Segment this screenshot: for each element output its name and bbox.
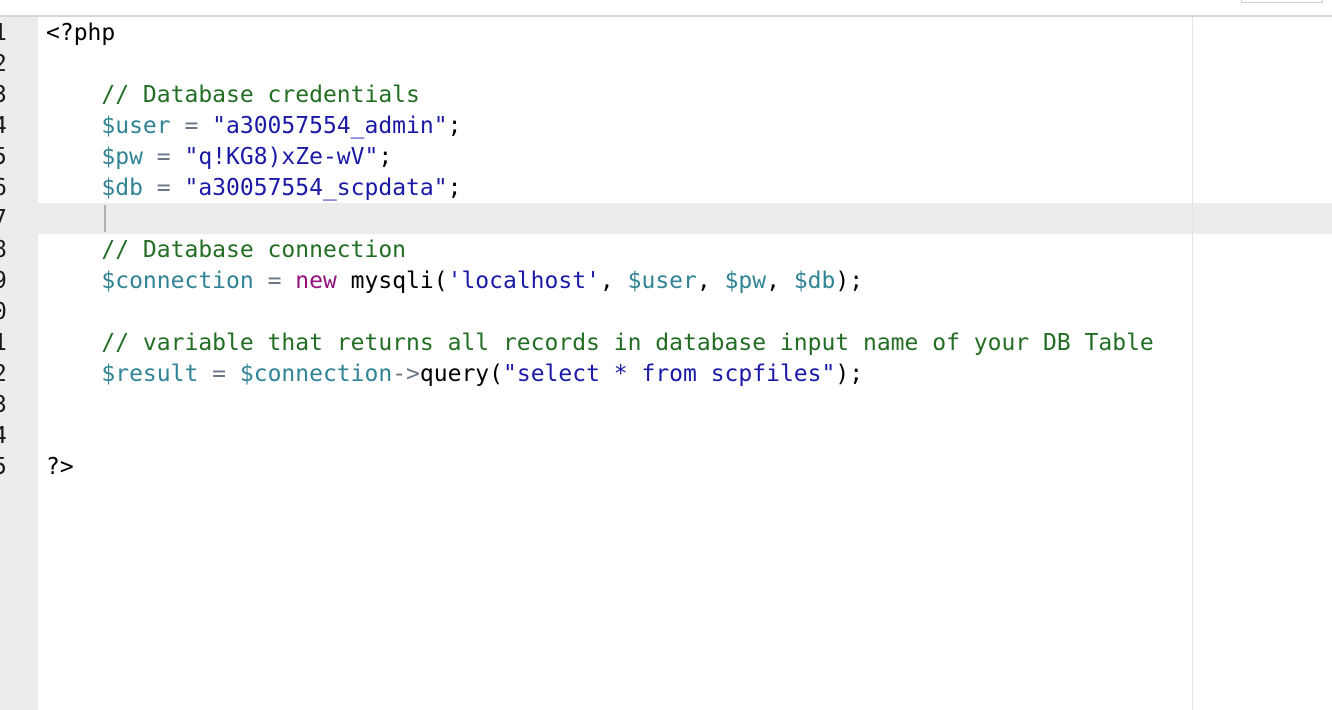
code-token: = bbox=[253, 268, 296, 294]
line-number: 6 bbox=[0, 173, 33, 204]
code-editor[interactable]: 123456789012345 <?php // Database creden… bbox=[0, 0, 1332, 710]
code-token: $user bbox=[46, 113, 171, 139]
editor-top-border bbox=[0, 15, 1332, 17]
code-token: $connection bbox=[239, 361, 393, 387]
code-token: $result bbox=[46, 361, 199, 387]
code-token: $pw bbox=[46, 144, 143, 170]
code-token: "q!KG8)xZe-wV" bbox=[184, 144, 379, 170]
code-token: "select * from scpfiles" bbox=[503, 361, 836, 387]
code-token: $db bbox=[793, 268, 836, 294]
line-number: 8 bbox=[0, 235, 33, 266]
code-token: ; bbox=[447, 113, 462, 139]
active-line-highlight bbox=[38, 203, 1332, 234]
code-line[interactable]: // variable that returns all records in … bbox=[46, 328, 1154, 359]
code-token: , bbox=[766, 268, 794, 294]
code-token: $connection bbox=[46, 268, 254, 294]
code-token: ?> bbox=[46, 454, 74, 480]
code-token: , bbox=[599, 268, 628, 294]
text-cursor bbox=[104, 205, 106, 232]
print-margin bbox=[1192, 17, 1193, 710]
code-line[interactable]: $connection = new mysqli('localhost', $u… bbox=[46, 266, 863, 297]
code-token: query( bbox=[419, 361, 503, 387]
code-token: $pw bbox=[724, 268, 767, 294]
code-token: <?php bbox=[46, 20, 116, 46]
code-line[interactable]: <?php bbox=[46, 18, 115, 49]
line-number: 3 bbox=[0, 80, 33, 111]
code-token: = bbox=[142, 144, 185, 170]
line-number: 1 bbox=[0, 328, 33, 359]
line-number: 4 bbox=[0, 111, 33, 142]
code-token: // Database credentials bbox=[46, 82, 420, 108]
code-token: ; bbox=[447, 175, 462, 201]
code-line[interactable]: ?> bbox=[46, 452, 74, 483]
code-token: ); bbox=[835, 268, 864, 294]
code-line[interactable]: $result = $connection->query("select * f… bbox=[46, 359, 863, 390]
line-number: 5 bbox=[0, 452, 33, 483]
code-token: ); bbox=[835, 361, 864, 387]
line-number: 2 bbox=[0, 359, 33, 390]
code-line[interactable]: $user = "a30057554_admin"; bbox=[46, 111, 461, 142]
line-number: 9 bbox=[0, 266, 33, 297]
line-number: 5 bbox=[0, 142, 33, 173]
line-number: 3 bbox=[0, 390, 33, 421]
code-token: , bbox=[696, 268, 725, 294]
top-tab-edge bbox=[1241, 0, 1323, 3]
code-token: ; bbox=[378, 144, 393, 170]
line-number: 0 bbox=[0, 297, 33, 328]
code-token: "a30057554_admin" bbox=[212, 113, 448, 139]
line-number: 1 bbox=[0, 18, 33, 49]
code-token: // Database connection bbox=[46, 237, 407, 263]
code-token: 'localhost' bbox=[447, 268, 600, 294]
code-line[interactable]: // Database credentials bbox=[46, 80, 420, 111]
code-token: // variable that returns all records in … bbox=[46, 330, 1154, 356]
code-token: = bbox=[142, 175, 185, 201]
code-line[interactable]: // Database connection bbox=[46, 235, 406, 266]
code-token: = bbox=[198, 361, 240, 387]
code-token: $db bbox=[46, 175, 143, 201]
code-token: mysqli( bbox=[336, 268, 448, 294]
code-token: $user bbox=[627, 268, 697, 294]
line-number: 2 bbox=[0, 49, 33, 80]
code-token: = bbox=[170, 113, 213, 139]
line-number: 4 bbox=[0, 421, 33, 452]
code-line[interactable]: $pw = "q!KG8)xZe-wV"; bbox=[46, 142, 392, 173]
code-line[interactable]: $db = "a30057554_scpdata"; bbox=[46, 173, 461, 204]
code-token: new bbox=[295, 268, 337, 294]
code-token: -> bbox=[392, 361, 420, 387]
line-number: 7 bbox=[0, 204, 33, 235]
code-token: "a30057554_scpdata" bbox=[184, 175, 448, 201]
